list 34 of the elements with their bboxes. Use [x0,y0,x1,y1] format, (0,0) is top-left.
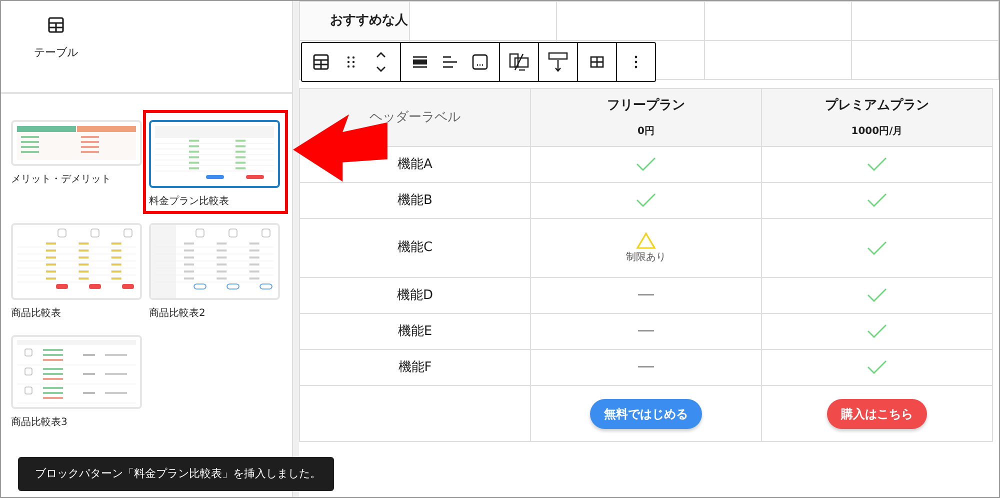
feature-label: 機能F [300,350,530,386]
check-icon [867,288,887,302]
feature-label: 機能C [300,218,530,278]
dash-icon [638,330,654,332]
pattern-label: 料金プラン比較表 [149,194,230,209]
feature-label: 機能E [300,314,530,350]
plan-price: 1000円/月 [850,124,904,139]
plan-price: 0円 [636,124,656,139]
check-icon [867,157,887,172]
check-icon [867,193,887,208]
pattern-label: 商品比較表 [11,306,62,321]
pattern-label: 商品比較表2 [149,306,206,321]
limit-note: 制限あり [625,250,667,266]
check-icon [636,193,656,208]
table-cell: おすすめな人 [300,2,410,40]
table-icon [48,17,64,33]
dash-icon [638,366,654,368]
pattern-label: 商品比較表3 [11,416,68,430]
check-icon [636,157,656,172]
plan-name: プレミアムプラン [824,96,930,116]
cta-button[interactable]: 購入はこちら [827,398,927,428]
check-icon [867,240,887,255]
pattern-preview-drawing[interactable] [149,120,280,188]
check-icon [867,360,887,374]
table-block-button[interactable]: テーブル [1,1,111,62]
dash-icon [638,294,654,296]
snackbar-message: ブロックパターン「料金プラン比較表」を挿入しました。 [18,457,334,491]
plan-name: フリープラン [606,96,686,116]
triangle-icon [636,232,656,249]
cta-button[interactable]: 無料ではじめる [590,398,702,428]
pattern-label: メリット・デメリット [11,173,112,187]
feature-label: 機能D [300,278,530,314]
feature-label: 機能B [300,182,530,218]
check-icon [867,324,887,338]
